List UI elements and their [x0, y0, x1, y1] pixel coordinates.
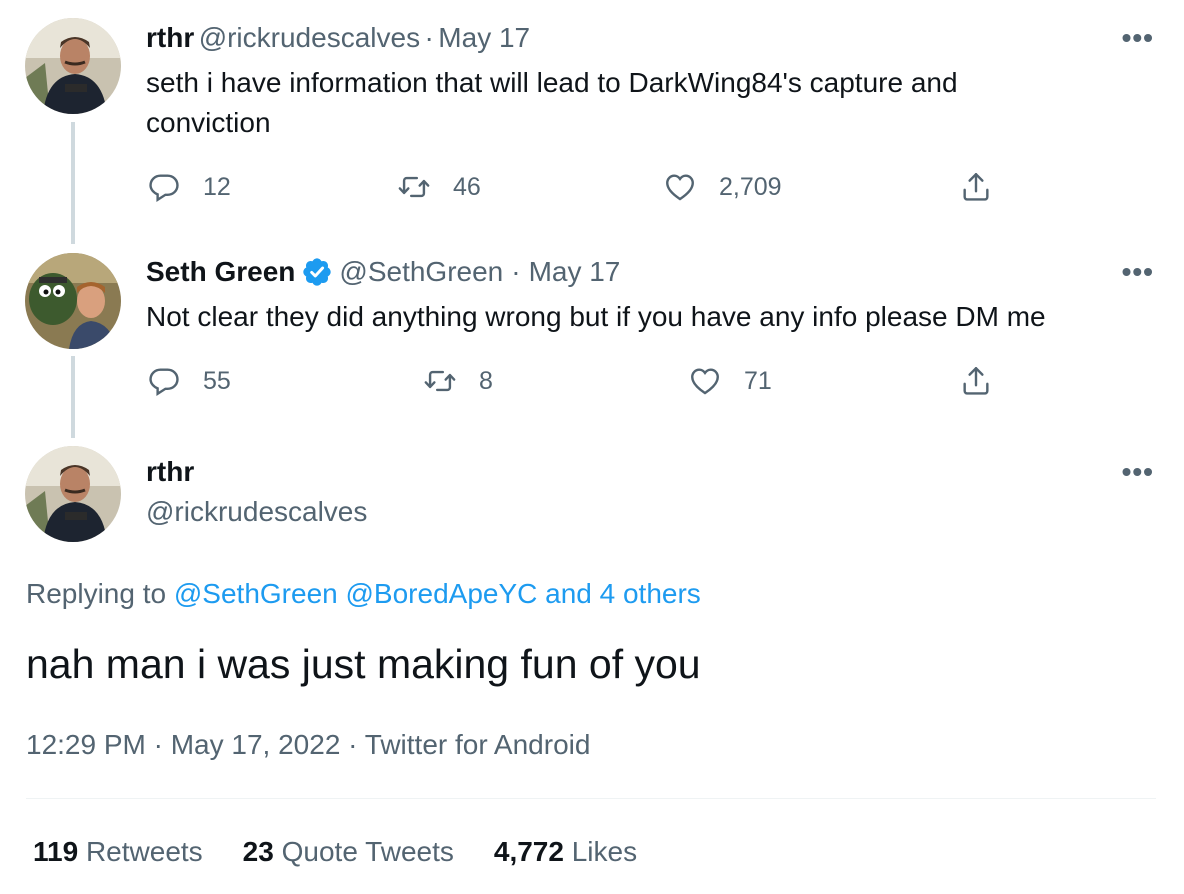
retweet-icon — [423, 364, 457, 398]
replying-to: Replying to @SethGreen @BoredApeYC and 4… — [26, 578, 701, 610]
retweet-icon — [397, 170, 431, 204]
verified-badge-icon — [303, 258, 332, 286]
replying-to-links[interactable]: @SethGreen @BoredApeYC and 4 others — [174, 578, 701, 609]
likes-label: Likes — [571, 836, 638, 867]
retweet-count: 46 — [453, 172, 481, 201]
more-icon[interactable]: ••• — [1122, 456, 1154, 488]
like-count: 71 — [744, 366, 772, 395]
reply-count: 55 — [203, 366, 231, 395]
share-button[interactable] — [959, 364, 1015, 398]
reply-button[interactable]: 55 — [147, 364, 231, 398]
separator-dot: · — [424, 22, 434, 53]
retweets-label: Retweets — [85, 836, 203, 867]
retweet-button[interactable]: 46 — [397, 170, 481, 204]
share-icon — [959, 364, 993, 398]
reply-button[interactable]: 12 — [147, 170, 231, 204]
likes-stat[interactable]: 4,772 Likes — [494, 836, 637, 868]
like-count: 2,709 — [719, 172, 782, 201]
author-handle[interactable]: @SethGreen — [339, 256, 503, 288]
separator-dot: · — [511, 256, 521, 287]
share-button[interactable] — [959, 170, 1015, 204]
more-icon[interactable]: ••• — [1122, 256, 1154, 288]
avatar[interactable] — [25, 18, 121, 114]
likes-count: 4,772 — [493, 836, 564, 867]
author-name[interactable]: Seth Green — [146, 256, 295, 288]
like-icon — [688, 364, 722, 398]
like-icon — [663, 170, 697, 204]
quotes-label: Quote Tweets — [281, 836, 454, 867]
tweet-date[interactable]: May 17 — [438, 22, 530, 53]
quote-tweets-stat[interactable]: 23 Quote Tweets — [243, 836, 454, 868]
thread-line — [71, 356, 75, 438]
tweet-text: seth i have information that will lead t… — [146, 67, 958, 138]
quotes-count: 23 — [242, 836, 274, 867]
retweets-stat[interactable]: 119 Retweets — [33, 836, 203, 868]
reply-icon — [147, 170, 181, 204]
tweet-timestamp[interactable]: 12:29 PM · May 17, 2022 · Twitter for An… — [26, 729, 590, 761]
divider — [26, 798, 1156, 799]
more-icon[interactable]: ••• — [1122, 22, 1154, 54]
retweet-button[interactable]: 8 — [423, 364, 493, 398]
like-button[interactable]: 2,709 — [663, 170, 782, 204]
retweet-count: 8 — [479, 366, 493, 395]
author-handle[interactable]: @rickrudescalves — [199, 22, 420, 53]
thread-line — [71, 122, 75, 244]
share-icon — [959, 170, 993, 204]
stats-row: 119 Retweets 23 Quote Tweets 4,772 Likes — [33, 836, 637, 868]
author-name[interactable]: rthr — [146, 22, 194, 53]
retweets-count: 119 — [33, 836, 79, 867]
reply-icon — [147, 364, 181, 398]
tweet-text: Not clear they did anything wrong but if… — [146, 301, 1046, 332]
main-tweet-text: nah man i was just making fun of you — [26, 641, 701, 687]
reply-count: 12 — [203, 172, 231, 201]
author-name[interactable]: rthr — [146, 456, 194, 488]
avatar[interactable] — [25, 446, 121, 542]
replying-prefix: Replying to — [26, 578, 167, 609]
like-button[interactable]: 71 — [688, 364, 772, 398]
author-handle[interactable]: @rickrudescalves — [146, 496, 367, 528]
tweet-date[interactable]: May 17 — [529, 256, 621, 288]
avatar[interactable] — [25, 253, 121, 349]
